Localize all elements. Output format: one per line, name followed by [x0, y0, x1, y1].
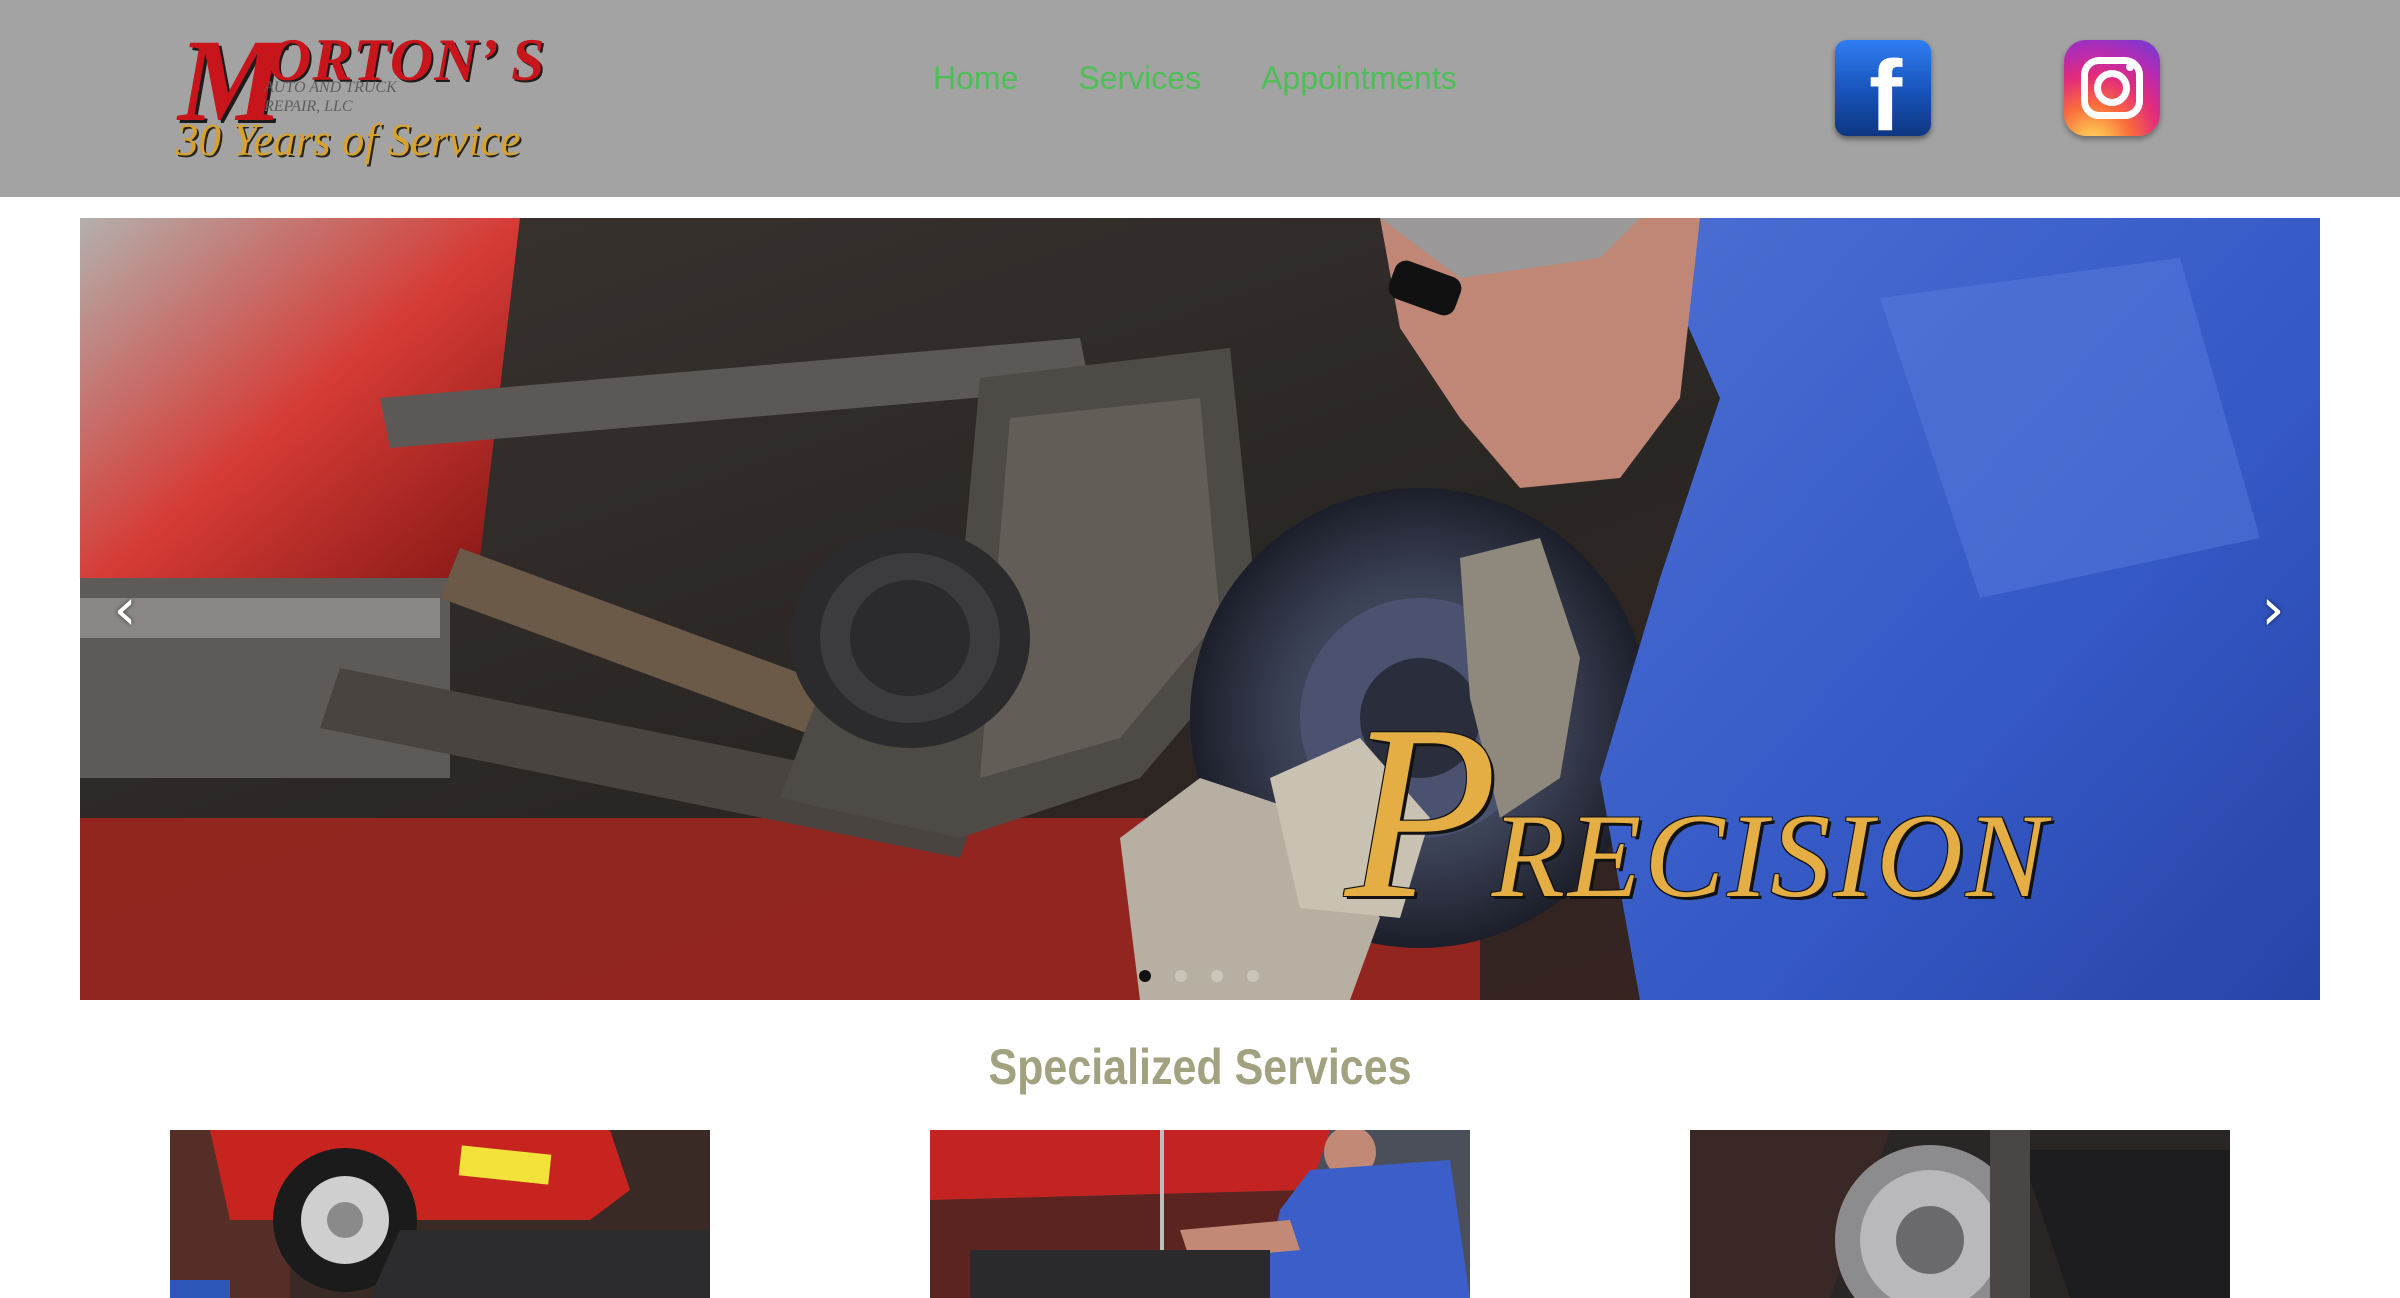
- slider-pagination: [1139, 970, 1259, 982]
- instagram-icon[interactable]: [2064, 40, 2160, 136]
- section-title: Specialized Services: [988, 1039, 1412, 1095]
- site-header: M ORTON’ S AUTO AND TRUCK REPAIR, LLC 30…: [0, 0, 2400, 197]
- slider-dot[interactable]: [1139, 970, 1151, 982]
- hero-caption-initial: P: [1345, 674, 1498, 951]
- service-card-3[interactable]: [1690, 1130, 2230, 1298]
- logo[interactable]: M ORTON’ S AUTO AND TRUCK REPAIR, LLC 30…: [172, 22, 544, 182]
- hero-slider: ‹ › PRECISION: [80, 218, 2320, 1000]
- nav-home[interactable]: Home: [933, 60, 1018, 97]
- nav-appointments[interactable]: Appointments: [1261, 60, 1457, 97]
- slider-dot[interactable]: [1247, 970, 1259, 982]
- logo-tagline: 30 Years of Service: [176, 115, 521, 165]
- instagram-lens: [2094, 70, 2130, 106]
- service-card-1[interactable]: [170, 1130, 710, 1298]
- chevron-right-icon[interactable]: ›: [2243, 579, 2303, 639]
- service-card-2[interactable]: [930, 1130, 1470, 1298]
- slider-dot[interactable]: [1211, 970, 1223, 982]
- hero-caption: PRECISION: [1345, 688, 2049, 938]
- facebook-f-glyph: f: [1869, 40, 1903, 152]
- main-nav: Home Services Appointments: [933, 56, 1457, 100]
- service-image-3: [1690, 1130, 2230, 1298]
- logo-subtitle: AUTO AND TRUCK REPAIR, LLC: [264, 79, 397, 115]
- instagram-flash: [2126, 63, 2134, 71]
- slider-dot[interactable]: [1175, 970, 1187, 982]
- service-image-2: [930, 1130, 1470, 1298]
- hero-caption-rest: RECISION: [1491, 789, 2049, 922]
- chevron-left-icon[interactable]: ‹: [95, 579, 155, 639]
- service-image-1: [170, 1130, 710, 1298]
- nav-services[interactable]: Services: [1078, 60, 1201, 97]
- facebook-icon[interactable]: f: [1835, 40, 1931, 146]
